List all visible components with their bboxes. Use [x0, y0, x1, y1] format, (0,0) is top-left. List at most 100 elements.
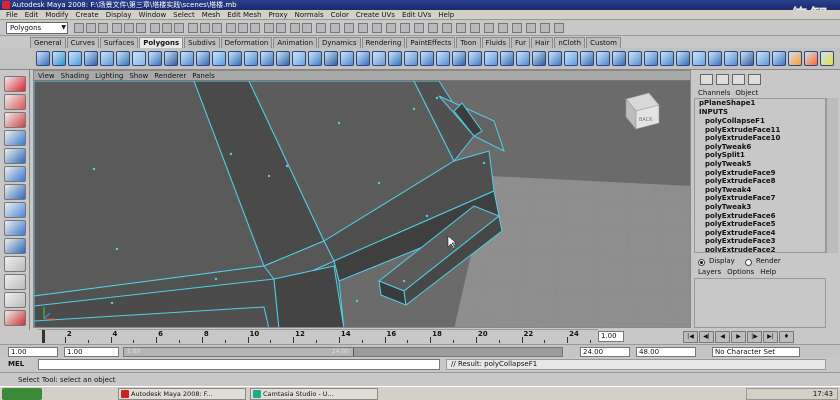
status-tool-icon[interactable] [136, 23, 146, 33]
shelf-tool-icon[interactable] [292, 51, 306, 66]
go-start-button[interactable]: |◀ [683, 331, 698, 343]
start-time-field[interactable]: 1.00 [8, 347, 58, 357]
status-tool-icon[interactable] [276, 23, 286, 33]
channel-menu-channels[interactable]: Channels [698, 88, 730, 98]
menu-item-color[interactable]: Color [331, 10, 349, 19]
range-thumb[interactable]: 1.00 24.00 [124, 348, 354, 356]
shelf-tab-deformation[interactable]: Deformation [220, 37, 273, 48]
menu-item-normals[interactable]: Normals [295, 10, 324, 19]
menu-set-dropdown[interactable]: Polygons ▼ [6, 22, 68, 34]
shelf-tab-subdivs[interactable]: Subdivs [184, 37, 220, 48]
status-tool-icon[interactable] [86, 23, 96, 33]
shelf-tool-icon[interactable] [724, 51, 738, 66]
menu-item-proxy[interactable]: Proxy [268, 10, 287, 19]
menu-item-display[interactable]: Display [106, 10, 132, 19]
panel-menu-panels[interactable]: Panels [192, 71, 215, 80]
status-tool-icon[interactable] [386, 23, 396, 33]
shelf-tool-icon[interactable] [820, 51, 834, 66]
menu-item-create-uvs[interactable]: Create UVs [356, 10, 395, 19]
history-node[interactable]: polyExtrudeFace6 [695, 212, 825, 221]
status-tool-icon[interactable] [540, 23, 550, 33]
status-tool-icon[interactable] [250, 23, 260, 33]
shelf-tool-icon[interactable] [580, 51, 594, 66]
key-icon[interactable]: ♦ [779, 331, 794, 343]
shelf-tool-icon[interactable] [180, 51, 194, 66]
playback-end-field[interactable]: 24.00 [580, 347, 630, 357]
history-node[interactable]: polyExtrudeFace8 [695, 177, 825, 186]
shelf-tab-curves[interactable]: Curves [66, 37, 99, 48]
history-node[interactable]: polyTweak5 [695, 160, 825, 169]
shelf-tool-icon[interactable] [596, 51, 610, 66]
shelf-tool-icon[interactable] [468, 51, 482, 66]
history-node[interactable]: polySplit1 [695, 151, 825, 160]
shelf-tool-icon[interactable] [676, 51, 690, 66]
menu-item-select[interactable]: Select [173, 10, 195, 19]
shelf-tool-icon[interactable] [148, 51, 162, 66]
viewport-scene[interactable]: BACK [34, 81, 691, 328]
status-tool-icon[interactable] [162, 23, 172, 33]
shelf-tool-icon[interactable] [260, 51, 274, 66]
shelf-tool-icon[interactable] [788, 51, 802, 66]
layer-menu-layers[interactable]: Layers [698, 267, 721, 277]
shelf-tool-icon[interactable] [308, 51, 322, 66]
shelf-tool-icon[interactable] [420, 51, 434, 66]
shelf-tool-icon[interactable] [548, 51, 562, 66]
status-tool-icon[interactable] [188, 23, 198, 33]
last-tool-icon[interactable] [4, 238, 26, 254]
taskbar-item-camtasia[interactable]: Camtasia Studio - U... [250, 388, 378, 400]
shelf-tab-painteffects[interactable]: PaintEffects [406, 37, 456, 48]
shelf-tool-icon[interactable] [436, 51, 450, 66]
shelf-tool-icon[interactable] [324, 51, 338, 66]
status-tool-icon[interactable] [316, 23, 326, 33]
shelf-tool-icon[interactable] [612, 51, 626, 66]
start-button[interactable] [2, 388, 42, 400]
history-node[interactable]: polyExtrudeFace3 [695, 237, 825, 246]
shelf-tool-icon[interactable] [532, 51, 546, 66]
status-tool-icon[interactable] [372, 23, 382, 33]
shelf-tool-icon[interactable] [228, 51, 242, 66]
layout-two-icon[interactable] [4, 292, 26, 308]
go-end-button[interactable]: ▶| [763, 331, 778, 343]
menu-item-window[interactable]: Window [139, 10, 167, 19]
select-tool-icon[interactable] [4, 76, 26, 92]
history-node[interactable]: polyExtrudeFace9 [695, 169, 825, 178]
history-node[interactable]: polyExtrudeFace2 [695, 246, 825, 252]
shelf-tab-fur[interactable]: Fur [510, 37, 530, 48]
attribute-editor-icon[interactable] [732, 74, 745, 85]
status-tool-icon[interactable] [98, 23, 108, 33]
status-tool-icon[interactable] [470, 23, 480, 33]
layer-list[interactable] [694, 278, 826, 328]
status-tool-icon[interactable] [414, 23, 424, 33]
shelf-tool-icon[interactable] [772, 51, 786, 66]
status-tool-icon[interactable] [124, 23, 134, 33]
history-node[interactable]: polyExtrudeFace10 [695, 134, 825, 143]
layer-menu-options[interactable]: Options [727, 267, 754, 277]
status-tool-icon[interactable] [112, 23, 122, 33]
layout-four-icon[interactable] [4, 274, 26, 290]
status-tool-icon[interactable] [526, 23, 536, 33]
shelf-tool-icon[interactable] [644, 51, 658, 66]
panel-menu-show[interactable]: Show [129, 71, 148, 80]
shelf-tool-icon[interactable] [84, 51, 98, 66]
status-tool-icon[interactable] [150, 23, 160, 33]
layer-editor-icon[interactable] [716, 74, 729, 85]
status-tool-icon[interactable] [428, 23, 438, 33]
tool-settings-icon[interactable] [748, 74, 761, 85]
shelf-tool-icon[interactable] [36, 51, 50, 66]
status-tool-icon[interactable] [264, 23, 274, 33]
channel-box-scrollbar[interactable] [826, 98, 838, 253]
shelf-tool-icon[interactable] [212, 51, 226, 66]
status-tool-icon[interactable] [226, 23, 236, 33]
shelf-tool-icon[interactable] [740, 51, 754, 66]
status-tool-icon[interactable] [358, 23, 368, 33]
scale-tool-icon[interactable] [4, 166, 26, 182]
status-tool-icon[interactable] [512, 23, 522, 33]
shelf-tool-icon[interactable] [340, 51, 354, 66]
shape-node-name[interactable]: pPlaneShape1 [695, 99, 825, 108]
status-tool-icon[interactable] [290, 23, 300, 33]
shelf-tab-surfaces[interactable]: Surfaces [99, 37, 139, 48]
panel-menu-lighting[interactable]: Lighting [95, 71, 123, 80]
end-time-field[interactable]: 48.00 [636, 347, 696, 357]
shelf-tool-icon[interactable] [692, 51, 706, 66]
status-tool-icon[interactable] [554, 23, 564, 33]
